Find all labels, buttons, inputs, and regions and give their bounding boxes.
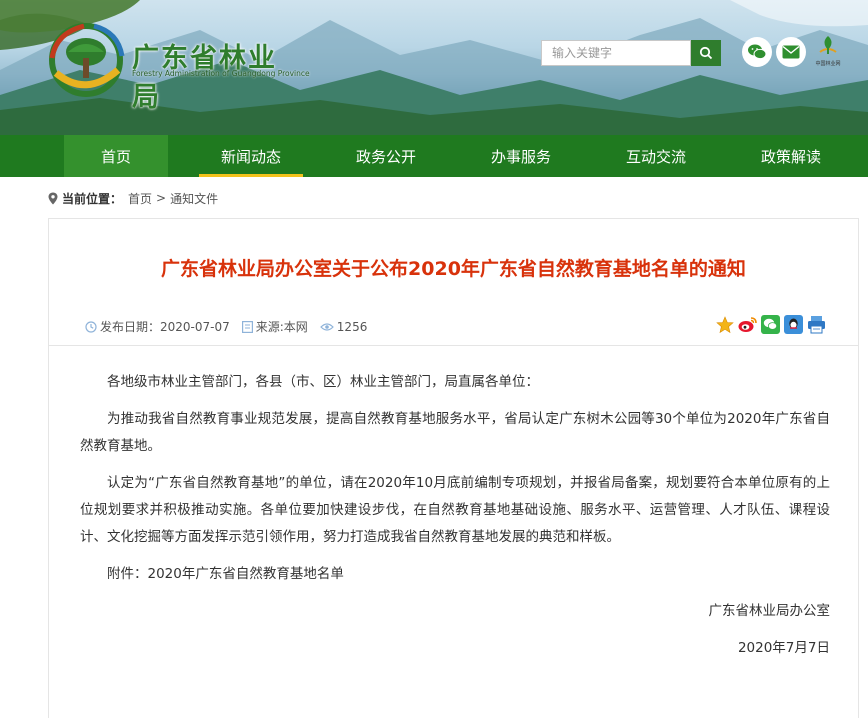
site-name-english: Forestry Administration of Guangdong Pro…	[132, 69, 310, 78]
view-count-text: 1256	[336, 319, 368, 334]
mail-icon	[782, 45, 800, 59]
article-signature: 广东省林业局办公室	[708, 603, 831, 619]
nav-item-label: 互动交流	[625, 147, 686, 166]
nav-item-label: 政务公开	[355, 147, 416, 166]
nav-item-interaction[interactable]: 互动交流	[604, 135, 708, 177]
meta-divider	[49, 345, 858, 346]
site-logo[interactable]: 广东省林业局 Forestry Administration of Guangd…	[46, 16, 310, 113]
main-nav: 首页 新闻动态 政务公开 办事服务 互动交流 政策解读	[0, 135, 868, 177]
nav-item-home[interactable]: 首页	[64, 135, 168, 177]
nav-item-label: 首页	[100, 147, 131, 166]
attachment-link[interactable]: 附件：2020年广东省自然教育基地名单	[80, 561, 830, 588]
weibo-icon	[738, 317, 757, 332]
article-title: 广东省林业局办公室关于公布2020年广东省自然教育基地名单的通知	[161, 258, 746, 280]
share-wechat-button[interactable]	[761, 315, 780, 334]
breadcrumb-label: 当前位置：	[62, 191, 123, 206]
nav-item-label: 政策解读	[760, 147, 821, 166]
share-weibo-button[interactable]	[738, 315, 757, 334]
breadcrumb-notices-link[interactable]: 通知文件	[170, 190, 218, 207]
publish-date-text: 发布日期：2020-07-07	[100, 320, 230, 334]
search-input[interactable]	[541, 40, 691, 66]
article-paragraph: 各地级市林业主管部门，各县（市、区）林业主管部门，局直属各单位：	[107, 374, 539, 390]
publish-date: 发布日期：2020-07-07	[85, 318, 230, 335]
forestry-emblem-icon	[49, 23, 125, 97]
article-sign-date: 2020年7月7日	[737, 640, 830, 656]
search-icon	[699, 46, 713, 60]
wechat-button[interactable]	[742, 37, 772, 67]
email-button[interactable]	[776, 37, 806, 67]
article-paragraph: 认定为“广东省自然教育基地”的单位，请在2020年10月底前编制专项规划，并报省…	[80, 475, 830, 545]
qq-icon	[784, 315, 803, 334]
eye-icon	[319, 322, 334, 331]
search-button[interactable]	[691, 40, 721, 66]
location-pin-icon	[48, 192, 58, 205]
china-forestry-label: 中国林业网	[815, 61, 841, 67]
wechat-share-icon	[761, 315, 780, 334]
header-banner: 广东省林业局 Forestry Administration of Guangd…	[0, 0, 868, 135]
article-source-text: 来源:本网	[255, 320, 308, 334]
star-icon	[715, 315, 734, 333]
article-source: 来源:本网	[241, 318, 308, 335]
nav-item-news[interactable]: 新闻动态	[199, 135, 303, 177]
nav-item-policy[interactable]: 政策解读	[739, 135, 843, 177]
china-forestry-link[interactable]: 中国林业网	[812, 34, 844, 68]
share-toolbar	[711, 315, 826, 334]
breadcrumb: 当前位置： 首页 > 通知文件	[48, 189, 218, 207]
article-paragraph: 为推动我省自然教育事业规范发展，提高自然教育基地服务水平，省局认定广东树木公园等…	[80, 411, 830, 454]
print-button[interactable]	[807, 315, 826, 334]
view-count: 1256	[319, 319, 368, 334]
breadcrumb-home-link[interactable]: 首页	[128, 190, 152, 207]
document-icon	[241, 320, 253, 333]
nav-item-services[interactable]: 办事服务	[469, 135, 573, 177]
nav-hover-underline	[199, 174, 303, 177]
article-body: 各地级市林业主管部门，各县（市、区）林业主管部门，局直属各单位： 为推动我省自然…	[80, 369, 830, 672]
clock-icon	[85, 320, 97, 333]
share-qq-button[interactable]	[784, 315, 803, 334]
article-meta: 发布日期：2020-07-07 来源:本网 1256	[85, 318, 379, 335]
china-forestry-logo-icon	[819, 36, 837, 54]
favorite-button[interactable]	[715, 315, 734, 334]
breadcrumb-separator: >	[156, 191, 167, 205]
nav-item-government-affairs[interactable]: 政务公开	[334, 135, 438, 177]
article-container: 广东省林业局办公室关于公布2020年广东省自然教育基地名单的通知 发布日期：20…	[48, 218, 859, 718]
search-box	[541, 40, 721, 66]
nav-item-label: 新闻动态	[220, 147, 281, 166]
wechat-icon	[748, 44, 767, 60]
printer-icon	[808, 316, 825, 334]
nav-item-label: 办事服务	[490, 147, 551, 166]
